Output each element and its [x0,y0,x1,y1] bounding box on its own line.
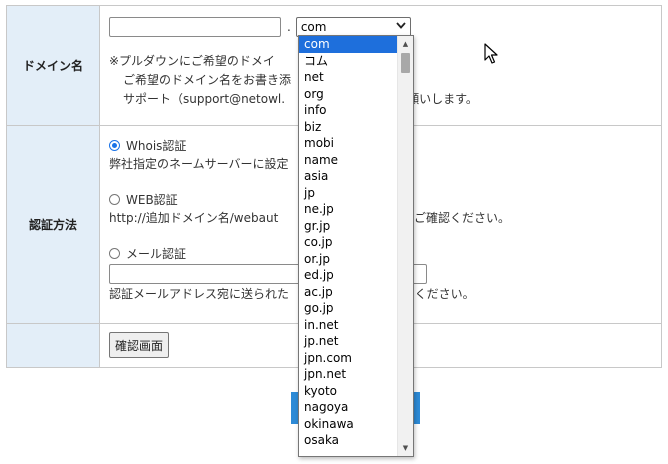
tld-option[interactable]: com [299,36,397,53]
tld-option[interactable]: ne.jp [299,201,397,218]
tld-options: com コム net org info biz mobi name asia jp ne.jp gr.… [299,36,397,449]
scrollbar-thumb[interactable] [401,53,410,73]
radio-whois[interactable] [109,139,120,151]
tld-option[interactable]: jpn.com [299,350,397,367]
tld-select-value: com [300,20,327,34]
tld-option[interactable]: jp.net [299,333,397,350]
tld-option[interactable]: or.jp [299,251,397,268]
tld-dropdown-list[interactable]: com コム net org info biz mobi name asia jp ne.jp gr.… [298,35,414,457]
mail-desc-start: 認証メールアドレス宛に送られた [109,287,290,301]
tld-option[interactable]: info [299,102,397,119]
tld-option[interactable]: in.net [299,317,397,334]
tld-option[interactable]: nagoya [299,399,397,416]
arrow-down-icon[interactable]: ▼ [398,441,413,455]
tld-option[interactable]: osaka [299,432,397,449]
dropdown-scrollbar[interactable]: ▲ ▼ [397,36,413,456]
tld-option[interactable]: name [299,152,397,169]
radio-whois-label: Whois認証 [126,138,187,153]
chevron-down-icon [396,22,406,32]
tld-option[interactable]: jpn.net [299,366,397,383]
arrow-up-icon[interactable]: ▲ [398,37,413,51]
domain-label: ドメイン名 [6,5,100,126]
tld-option[interactable]: jp [299,185,397,202]
note-line-3-end: 願いします。 [407,92,478,106]
tld-option[interactable]: mobi [299,135,397,152]
tld-option[interactable]: co.jp [299,234,397,251]
domain-separator: . [287,20,291,34]
web-desc-start: http://追加ドメイン名/webaut [109,211,279,225]
tld-option[interactable]: asia [299,168,397,185]
radio-mail-label: メール認証 [126,246,187,261]
tld-option[interactable]: ed.jp [299,267,397,284]
tld-option[interactable]: net [299,69,397,86]
radio-web-label: WEB認証 [126,192,178,207]
radio-mail[interactable] [109,247,120,259]
mouse-pointer-icon [484,43,500,65]
radio-web[interactable] [109,193,120,205]
tld-option[interactable]: gr.jp [299,218,397,235]
tld-option[interactable]: okinawa [299,416,397,433]
tld-option[interactable]: kyoto [299,383,397,400]
tld-option[interactable]: ac.jp [299,284,397,301]
tld-option[interactable]: biz [299,119,397,136]
confirm-button[interactable]: 確認画面 [109,332,170,358]
submit-row-label [6,323,100,368]
domain-name-input[interactable] [109,17,281,37]
auth-label: 認証方法 [6,125,100,324]
tld-option[interactable]: コム [299,53,397,70]
tld-option[interactable]: org [299,86,397,103]
tld-option[interactable]: go.jp [299,300,397,317]
note-line-3-start: サポート（support@netowl. [123,92,286,106]
tld-select[interactable]: com [295,17,411,37]
